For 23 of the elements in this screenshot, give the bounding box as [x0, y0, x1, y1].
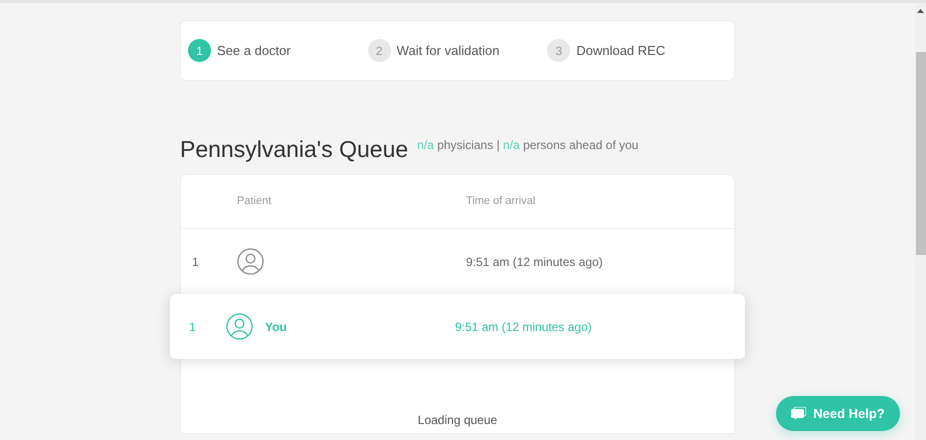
patient-name: You	[265, 318, 287, 336]
chat-bubble-icon	[791, 406, 806, 420]
scrollbar-thumb[interactable]	[916, 52, 926, 255]
queue-stats: n/a physicians | n/a persons ahead of you	[417, 137, 638, 154]
step-number: 1	[188, 39, 211, 62]
queue-title: Pennsylvania's Queue	[180, 138, 408, 161]
scroll-up-arrow-icon[interactable]	[917, 9, 924, 13]
position-number: 1	[191, 254, 200, 270]
step-number: 2	[368, 39, 391, 62]
step-label: Wait for validation	[396, 42, 500, 60]
need-help-button[interactable]: Need Help?	[776, 396, 900, 431]
column-header: Time of arrival	[466, 194, 536, 210]
column-header: Patient	[237, 194, 272, 210]
step-label: See a doctor	[217, 42, 291, 60]
arrival-time: 9:51 am (12 minutes ago)	[455, 318, 592, 336]
step-number: 3	[547, 39, 570, 62]
user-avatar-icon	[237, 248, 264, 275]
position-number: 1	[188, 318, 197, 336]
scrollbar[interactable]	[915, 3, 926, 440]
user-avatar-icon	[226, 313, 253, 340]
step-label: Download REC	[576, 42, 666, 60]
loading-text: Loading queue	[418, 412, 498, 429]
arrival-time: 9:51 am (12 minutes ago)	[466, 254, 603, 270]
